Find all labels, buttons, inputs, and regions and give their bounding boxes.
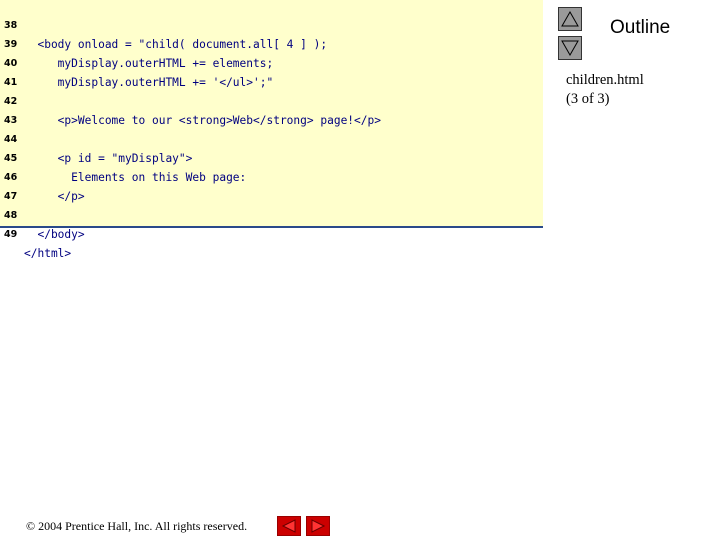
file-name: children.html xyxy=(566,72,644,88)
outline-down-button[interactable] xyxy=(558,36,582,60)
copyright-notice: © 2004 Prentice Hall, Inc. All rights re… xyxy=(26,519,248,533)
code-listing-panel: 38 <body onload = "child( document.all[ … xyxy=(0,0,543,260)
code-line: 39 myDisplay.outerHTML += elements; xyxy=(0,16,543,70)
code-line: 43 xyxy=(0,92,543,126)
code-line: 41 xyxy=(0,54,543,88)
next-slide-button[interactable] xyxy=(306,516,330,536)
outline-up-button[interactable] xyxy=(558,7,582,31)
code-line: 45 Elements on this Web page: xyxy=(0,130,543,184)
code-line: 48 </body> xyxy=(0,187,543,241)
code-line: 42 <p>Welcome to our <strong>Web</strong… xyxy=(0,73,543,127)
down-triangle-icon xyxy=(561,40,579,56)
code-line: 40 myDisplay.outerHTML += '</ul>';" xyxy=(0,35,543,89)
code-line: 46 </p> xyxy=(0,149,543,203)
code-line: 47 xyxy=(0,168,543,202)
code-line: 38 <body onload = "child( document.all[ … xyxy=(0,0,543,51)
next-slide-icon xyxy=(311,519,326,533)
code-line: 44 <p id = "myDisplay"> xyxy=(0,111,543,165)
up-triangle-icon xyxy=(561,11,579,27)
file-label: children.html (3 of 3) xyxy=(566,71,644,109)
code-text: </body> xyxy=(24,228,85,241)
outline-title: Outline xyxy=(610,17,671,38)
line-number: 49 xyxy=(4,229,18,240)
code-text: </html> xyxy=(24,247,72,260)
code-line: 49 </html> xyxy=(0,206,543,260)
previous-slide-icon xyxy=(281,519,296,533)
previous-slide-button[interactable] xyxy=(277,516,301,536)
page-info: (3 of 3) xyxy=(566,91,610,107)
